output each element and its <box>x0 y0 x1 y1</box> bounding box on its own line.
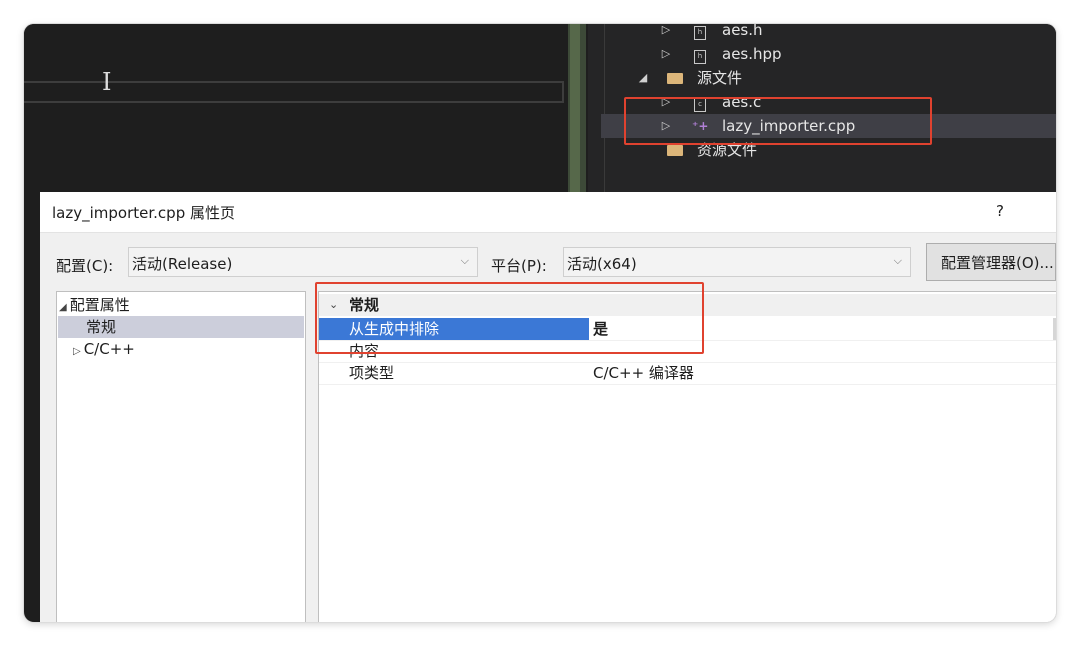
app-window: I ▷ h aes.h ▷ h aes.hpp ◢ 源文件 ▷ c aes.c … <box>24 24 1056 622</box>
highlight-annotation-property <box>315 282 704 354</box>
tree-node-configuration-properties[interactable]: ◢ 配置属性 <box>59 294 130 316</box>
expand-arrow-icon[interactable]: ▷ <box>660 24 672 42</box>
platform-value: 活动(x64) <box>567 255 637 273</box>
expand-arrow-icon[interactable]: ▷ <box>73 346 81 357</box>
tree-node-label: C/C++ <box>83 340 135 358</box>
platform-dropdown[interactable]: 活动(x64) ⌵ <box>563 247 911 277</box>
property-tree: ◢ 配置属性 常规 ▷ C/C++ <box>56 291 306 622</box>
tree-item-source-files[interactable]: ◢ 源文件 <box>601 66 1056 90</box>
collapse-arrow-icon[interactable]: ◢ <box>637 66 649 90</box>
chevron-down-icon: ⌵ <box>893 254 902 267</box>
code-editor[interactable]: I <box>24 24 566 194</box>
configuration-label: 配置(C): <box>56 257 114 275</box>
help-button[interactable]: ? <box>996 202 1004 220</box>
dialog-title: lazy_importer.cpp 属性页 <box>52 204 235 222</box>
value-edit-handle[interactable] <box>1053 318 1056 340</box>
tree-item-aes-hpp[interactable]: ▷ h aes.hpp <box>601 42 1056 66</box>
tree-item-label: aes.hpp <box>722 45 782 63</box>
editor-splitter[interactable] <box>568 24 586 194</box>
property-name: 项类型 <box>349 364 395 382</box>
folder-icon <box>667 66 683 92</box>
collapse-arrow-icon[interactable]: ◢ <box>59 302 67 313</box>
tree-item-aes-h[interactable]: ▷ h aes.h <box>601 24 1056 42</box>
chevron-down-icon: ⌵ <box>460 254 469 267</box>
tree-node-general[interactable]: 常规 <box>58 316 304 338</box>
text-cursor-icon: I <box>102 68 112 96</box>
tree-node-label: 配置属性 <box>69 296 130 314</box>
header-file-icon: h <box>692 42 708 66</box>
highlight-annotation-file <box>624 97 932 145</box>
property-pages-dialog: lazy_importer.cpp 属性页 ? 配置(C): 活动(Releas… <box>40 192 1056 622</box>
property-row-item-type[interactable]: 项类型 C/C++ 编译器 <box>319 362 1056 385</box>
configuration-dropdown[interactable]: 活动(Release) ⌵ <box>128 247 478 277</box>
expand-arrow-icon[interactable]: ▷ <box>660 42 672 66</box>
configuration-manager-button[interactable]: 配置管理器(O)... <box>926 243 1056 281</box>
tree-item-label: 源文件 <box>697 69 743 87</box>
tree-node-cpp[interactable]: ▷ C/C++ <box>73 338 135 360</box>
header-file-icon: h <box>692 24 708 42</box>
property-value[interactable]: C/C++ 编译器 <box>593 362 694 384</box>
platform-label: 平台(P): <box>491 257 547 275</box>
configuration-value: 活动(Release) <box>132 255 233 273</box>
tree-item-label: aes.h <box>722 24 763 39</box>
splitter-handle[interactable] <box>570 24 580 194</box>
